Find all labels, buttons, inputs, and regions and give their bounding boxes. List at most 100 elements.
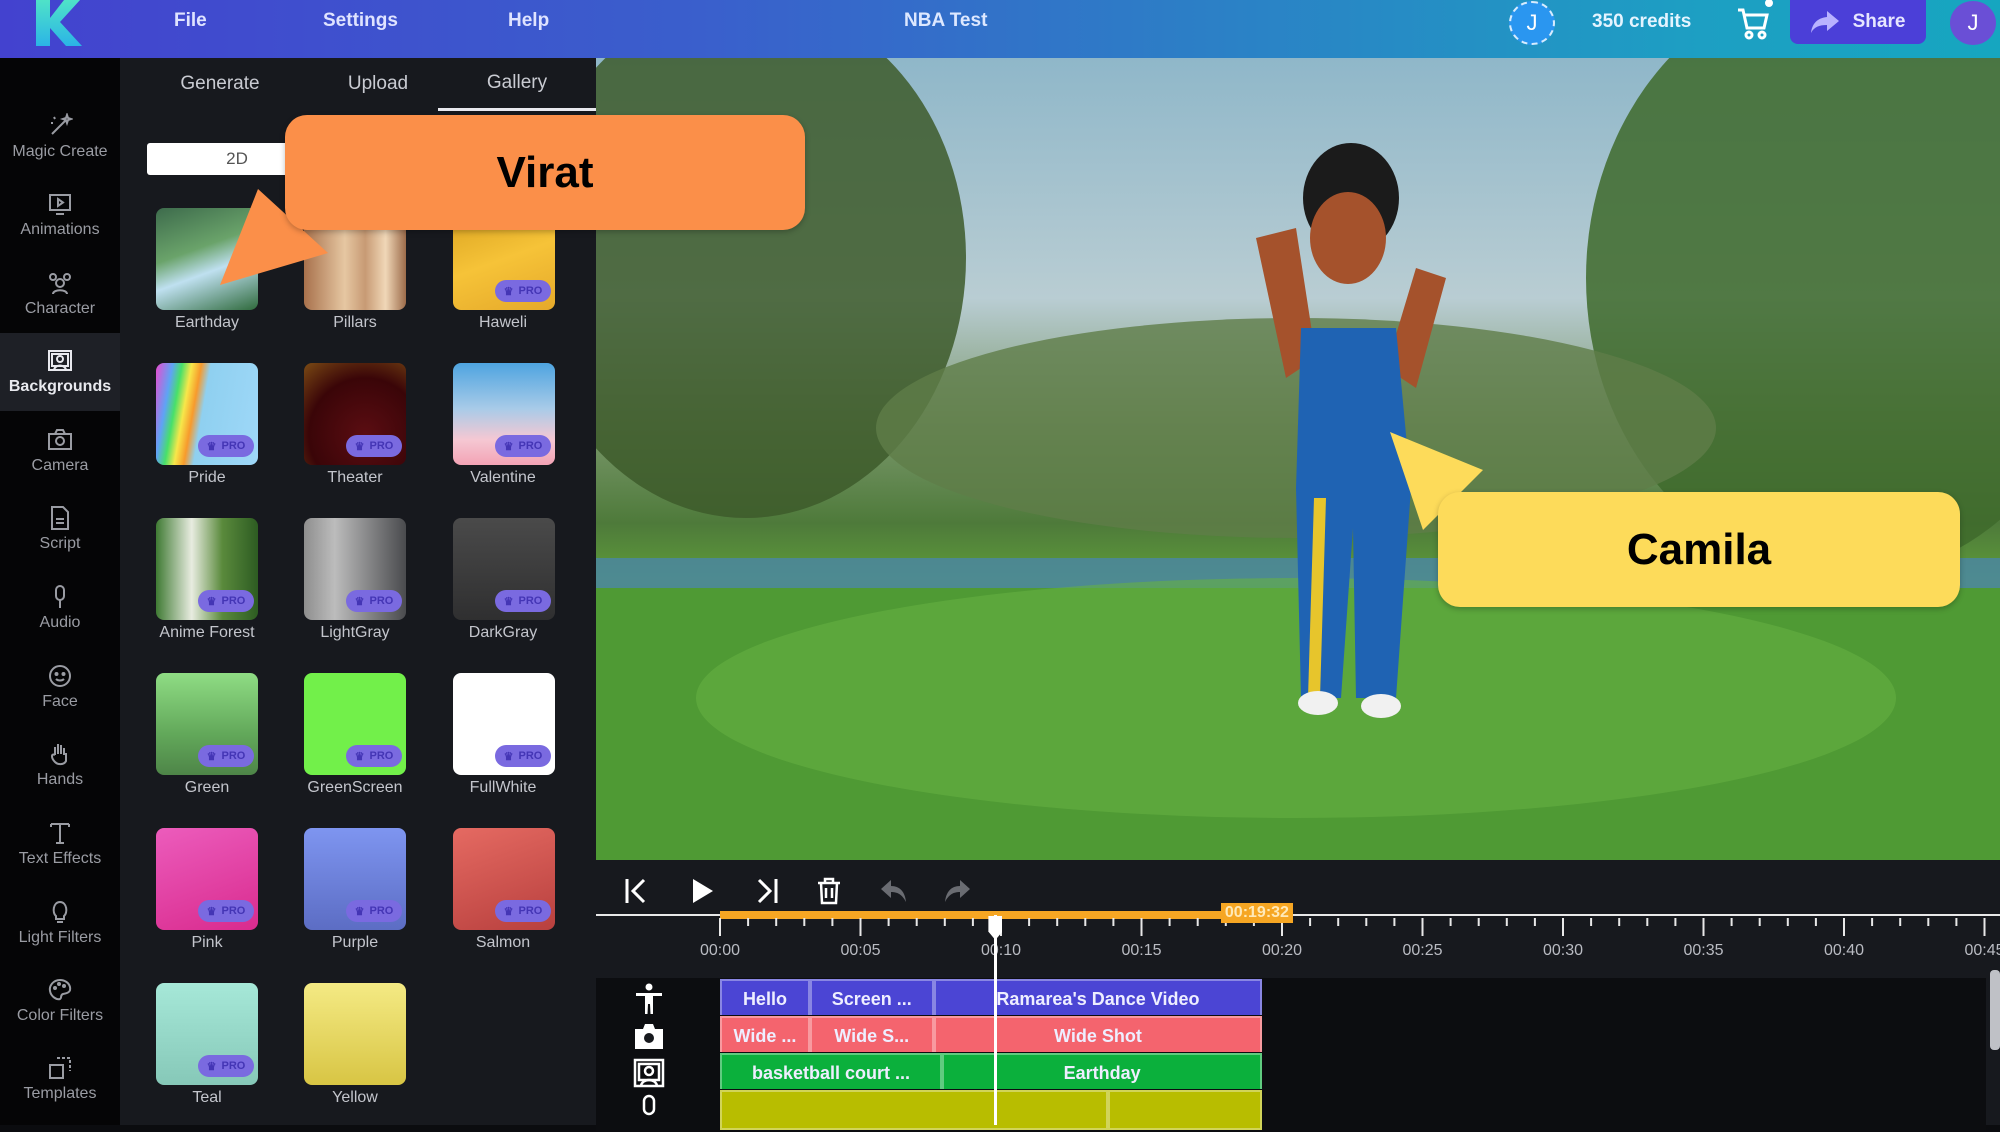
sidebar-item-magic-create[interactable]: Magic Create	[0, 98, 120, 176]
timeline-clip[interactable]: Wide S...	[809, 1016, 934, 1056]
collaborator-avatar[interactable]: J	[1509, 1, 1555, 45]
tab-gallery[interactable]: Gallery	[438, 58, 596, 111]
sidebar-item-text-effects[interactable]: Text Effects	[0, 805, 120, 883]
bg-thumb-theater[interactable]: ♛ PRO	[304, 363, 406, 465]
timeline-scrollbar[interactable]	[1990, 970, 2000, 1050]
sidebar-label: Face	[42, 693, 78, 710]
playhead[interactable]	[994, 915, 998, 1125]
templates-icon	[49, 1057, 71, 1079]
play-button[interactable]	[685, 874, 719, 908]
bg-thumb-yellow[interactable]	[304, 983, 406, 1085]
timeline-clip[interactable]: Screen ...	[809, 979, 934, 1019]
bg-label: Green	[184, 779, 230, 796]
crown-icon: ♛	[206, 750, 217, 763]
play-icon	[693, 879, 713, 903]
timeline-clip[interactable]	[1107, 1090, 1263, 1130]
pro-label: PRO	[518, 285, 543, 297]
sidebar-item-backgrounds[interactable]: Backgrounds	[0, 333, 120, 411]
bg-thumb-fullwhite[interactable]: ♛ PRO	[453, 673, 555, 775]
pro-badge: ♛ PRO	[495, 590, 551, 612]
bg-label: LightGray	[320, 624, 390, 641]
undo-button[interactable]	[877, 874, 911, 908]
pro-badge: ♛ PRO	[495, 900, 551, 922]
sidebar-item-face[interactable]: Face	[0, 648, 120, 726]
skip-to-start-button[interactable]	[620, 874, 654, 908]
sidebar-item-hands[interactable]: Hands	[0, 726, 120, 804]
pro-label: PRO	[518, 595, 543, 607]
pro-label: PRO	[221, 440, 246, 452]
bg-thumb-lightgray[interactable]: ♛ PRO	[304, 518, 406, 620]
menu-help[interactable]: Help	[508, 10, 549, 32]
menu-file[interactable]: File	[174, 10, 207, 32]
timeline-clip[interactable]: Ramarea's Dance Video	[933, 979, 1263, 1019]
camera-icon	[632, 1019, 666, 1053]
background-icon	[632, 1056, 666, 1090]
pro-badge: ♛ PRO	[198, 590, 254, 612]
duration-end-marker[interactable]: 00:19:32	[1220, 903, 1293, 923]
pro-label: PRO	[221, 905, 246, 917]
bg-thumb-valentine[interactable]: ♛ PRO	[453, 363, 555, 465]
cart-icon[interactable]	[1736, 4, 1770, 40]
person-icon	[632, 982, 666, 1016]
bg-thumb-pink[interactable]: ♛ PRO	[156, 828, 258, 930]
sidebar-item-light-filters[interactable]: Light Filters	[0, 884, 120, 962]
scene-viewport[interactable]	[596, 58, 2000, 860]
sidebar-item-script[interactable]: Script	[0, 490, 120, 568]
bg-thumb-salmon[interactable]: ♛ PRO	[453, 828, 555, 930]
pro-label: PRO	[518, 905, 543, 917]
pro-badge: ♛ PRO	[198, 900, 254, 922]
bg-label: GreenScreen	[307, 779, 403, 796]
project-title[interactable]: NBA Test	[904, 10, 987, 32]
sidebar-item-templates[interactable]: Templates	[0, 1040, 120, 1118]
track-camera: Wide ... Wide S... Wide Shot	[596, 1015, 1986, 1057]
microphone-icon	[632, 1093, 666, 1127]
timeline-clip[interactable]: Earthday	[941, 1053, 1263, 1093]
ruler-tick-label: 00:45	[1964, 942, 2000, 959]
share-button[interactable]: Share	[1790, 0, 1926, 44]
user-initial: J	[1967, 10, 1979, 35]
sidebar-label: Color Filters	[16, 1007, 104, 1024]
tab-upload[interactable]: Upload	[298, 58, 458, 110]
ruler-tick-label: 00:25	[1402, 942, 1442, 959]
track-background: basketball court ... Earthday	[596, 1052, 1986, 1094]
sidebar-item-camera[interactable]: Camera	[0, 412, 120, 490]
timeline-clip[interactable]: Wide Shot	[933, 1016, 1263, 1056]
delete-button[interactable]	[812, 874, 846, 908]
timeline-ruler[interactable]: 00:00 00:05 00:10 00:15 00:20 00:25 00:30 00:35…	[596, 910, 2000, 970]
sidebar-item-animations[interactable]: Animations	[0, 176, 120, 254]
timeline-clip[interactable]: Wide ...	[720, 1016, 810, 1056]
timeline-clip[interactable]: basketball court ...	[720, 1053, 942, 1093]
app-logo-icon[interactable]	[32, 0, 88, 46]
bg-thumb-pride[interactable]: ♛ PRO	[156, 363, 258, 465]
sidebar-item-color-filters[interactable]: Color Filters	[0, 962, 120, 1040]
menu-settings[interactable]: Settings	[323, 10, 398, 32]
bg-thumb-purple[interactable]: ♛ PRO	[304, 828, 406, 930]
pro-label: PRO	[369, 595, 394, 607]
camera-icon	[48, 429, 72, 450]
bg-thumb-darkgray[interactable]: ♛ PRO	[453, 518, 555, 620]
crown-icon: ♛	[206, 440, 217, 453]
sidebar-label: Hands	[36, 771, 84, 788]
callout-virat-label: Virat	[496, 147, 594, 197]
ruler-tick-label: 00:15	[1121, 942, 1161, 959]
redo-button[interactable]	[940, 874, 974, 908]
bg-thumb-green[interactable]: ♛ PRO	[156, 673, 258, 775]
callout-camila: Camila	[1438, 492, 1960, 607]
bg-thumb-teal[interactable]: ♛ PRO	[156, 983, 258, 1085]
tab-generate[interactable]: Generate	[140, 58, 300, 110]
sidebar-item-audio[interactable]: Audio	[0, 569, 120, 647]
pro-label: PRO	[369, 750, 394, 762]
bg-thumb-greenscreen[interactable]: ♛ PRO	[304, 673, 406, 775]
sidebar-label: Magic Create	[12, 143, 108, 160]
bg-thumb-anime-forest[interactable]: ♛ PRO	[156, 518, 258, 620]
callout-virat: Virat	[285, 115, 805, 230]
skip-to-end-button[interactable]	[749, 874, 783, 908]
track-animation: Hello Screen ... Ramarea's Dance Video	[596, 978, 1986, 1020]
user-avatar[interactable]: J	[1950, 1, 1996, 45]
timeline-clip[interactable]	[720, 1090, 1108, 1130]
sidebar-item-character[interactable]: Character	[0, 255, 120, 333]
bg-label: Pillars	[333, 314, 377, 331]
ruler-tick-label: 00:30	[1543, 942, 1583, 959]
timeline-clip[interactable]: Hello	[720, 979, 810, 1019]
pro-label: PRO	[369, 440, 394, 452]
